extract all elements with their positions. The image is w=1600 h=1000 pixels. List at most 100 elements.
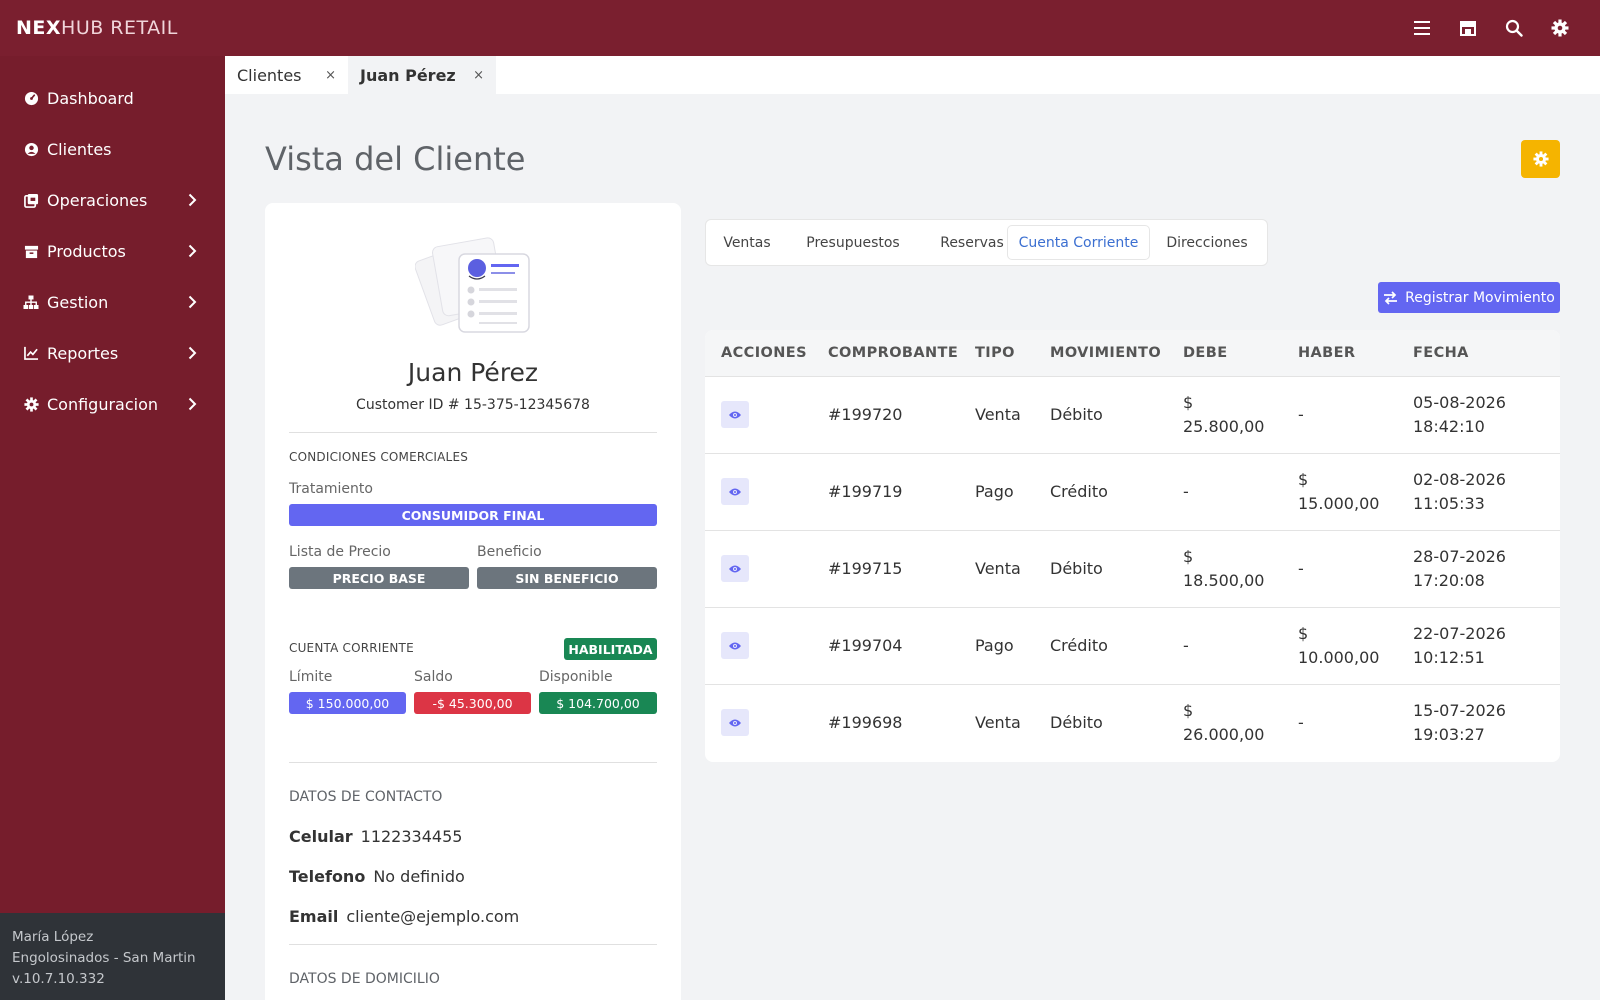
customer-card: Juan Pérez Customer ID # 15-375-12345678… (265, 203, 681, 1000)
type-cell: Venta (975, 559, 1021, 578)
footer-version: v.10.7.10.332 (12, 971, 105, 987)
tab-label: Juan Pérez (360, 65, 456, 85)
column-header-debe[interactable]: DEBE (1183, 345, 1228, 361)
contact-data-title: DATOS DE CONTACTO (289, 789, 443, 805)
date-cell: 28-07-2026 17:20:08 (1413, 545, 1506, 593)
current-account-title: CUENTA CORRIENTE (289, 641, 414, 655)
sitemap-icon (23, 294, 39, 310)
sidebar-item-reportes[interactable]: Reportes (0, 328, 225, 378)
view-button[interactable] (721, 709, 749, 736)
account-status-badge: HABILITADA (564, 638, 657, 660)
tab-juan-perez[interactable]: Juan Pérez × (348, 56, 496, 94)
price-list-badge: PRECIO BASE (289, 567, 469, 589)
date-value: 22-07-2026 (1413, 624, 1506, 643)
mobile-value: 1122334455 (360, 827, 463, 846)
view-button[interactable] (721, 555, 749, 582)
eye-icon (728, 564, 742, 574)
chevron-right-icon (188, 294, 197, 313)
voucher-cell: #199719 (828, 482, 903, 501)
column-header-haber[interactable]: HABER (1298, 345, 1355, 361)
sidebar-item-clientes[interactable]: Clientes (0, 124, 225, 174)
top-bar: NEXHUB RETAIL (0, 0, 1600, 56)
column-header-acciones[interactable]: ACCIONES (721, 345, 807, 361)
brand-light-text: HUB RETAIL (61, 17, 178, 39)
table-row: #199704 Pago Crédito - $10.000,00 22-07-… (705, 607, 1560, 684)
menu-icon[interactable] (1410, 14, 1434, 42)
time-value: 19:03:27 (1413, 725, 1485, 744)
movement-cell: Débito (1050, 559, 1103, 578)
chevron-right-icon (188, 243, 197, 262)
app-brand[interactable]: NEXHUB RETAIL (16, 17, 178, 39)
view-button[interactable] (721, 401, 749, 428)
chevron-right-icon (188, 345, 197, 364)
settings-button[interactable] (1521, 140, 1560, 178)
chevron-right-icon (188, 192, 197, 211)
time-value: 17:20:08 (1413, 571, 1485, 590)
credit-amount: 10.000,00 (1298, 648, 1380, 667)
table-row: #199715 Venta Débito $18.500,00 - 28-07-… (705, 530, 1560, 607)
detail-tabs: Ventas Presupuestos Reservas Cuenta Corr… (705, 219, 1268, 266)
email-value: cliente@ejemplo.com (346, 907, 520, 926)
gear-icon (1532, 151, 1549, 167)
balance-label: Saldo (414, 669, 453, 685)
dashboard-icon (23, 90, 39, 106)
sidebar-item-configuracion[interactable]: Configuracion (0, 379, 225, 429)
table-row: #199719 Pago Crédito - $15.000,00 02-08-… (705, 453, 1560, 530)
sidebar-item-gestion[interactable]: Gestion (0, 277, 225, 327)
sidebar-item-dashboard[interactable]: Dashboard (0, 73, 225, 123)
column-header-tipo[interactable]: TIPO (975, 345, 1015, 361)
tab-clientes[interactable]: Clientes × (225, 56, 348, 94)
user-circle-icon (23, 141, 39, 157)
voucher-cell: #199715 (828, 559, 903, 578)
eye-icon (728, 410, 742, 420)
type-cell: Venta (975, 405, 1021, 424)
price-list-label: Lista de Precio (289, 544, 391, 560)
eye-icon (728, 487, 742, 497)
sidebar-item-label: Dashboard (47, 88, 134, 108)
tab-ventas[interactable]: Ventas (712, 225, 782, 260)
date-value: 28-07-2026 (1413, 547, 1506, 566)
sidebar: Dashboard Clientes Operaciones Productos… (0, 56, 225, 1000)
close-icon[interactable]: × (473, 68, 484, 83)
type-cell: Pago (975, 482, 1014, 501)
limit-label: Límite (289, 669, 333, 685)
sidebar-item-operaciones[interactable]: Operaciones (0, 175, 225, 225)
view-button[interactable] (721, 632, 749, 659)
type-cell: Pago (975, 636, 1014, 655)
column-header-movimiento[interactable]: MOVIMIENTO (1050, 345, 1161, 361)
close-icon[interactable]: × (325, 68, 336, 83)
address-data-title: DATOS DE DOMICILIO (289, 971, 440, 987)
store-icon[interactable] (1456, 14, 1480, 42)
benefit-label: Beneficio (477, 544, 542, 560)
date-value: 02-08-2026 (1413, 470, 1506, 489)
tab-bar: Clientes × Juan Pérez × (225, 56, 1600, 94)
tab-reservas[interactable]: Reservas (924, 225, 1020, 260)
mobile-label: Celular (289, 827, 353, 846)
contact-phone: Telefono No definido (289, 867, 465, 886)
tab-direcciones[interactable]: Direcciones (1152, 225, 1262, 260)
table-row: #199720 Venta Débito $25.800,00 - 05-08-… (705, 376, 1560, 453)
date-value: 05-08-2026 (1413, 393, 1506, 412)
operations-icon (23, 192, 39, 208)
movement-cell: Débito (1050, 713, 1103, 732)
contact-mobile: Celular 1122334455 (289, 827, 462, 846)
register-movement-button[interactable]: Registrar Movimiento (1378, 282, 1560, 313)
credit-cell: $10.000,00 (1298, 622, 1379, 670)
archive-icon (23, 243, 39, 259)
gear-icon[interactable] (1548, 14, 1572, 42)
eye-icon (728, 641, 742, 651)
divider (289, 432, 657, 433)
column-header-fecha[interactable]: FECHA (1413, 345, 1469, 361)
tab-cuenta-corriente[interactable]: Cuenta Corriente (1007, 225, 1150, 260)
register-movement-label: Registrar Movimiento (1405, 289, 1555, 306)
time-value: 10:12:51 (1413, 648, 1485, 667)
date-cell: 02-08-2026 11:05:33 (1413, 468, 1506, 516)
column-header-comprobante[interactable]: COMPROBANTE (828, 345, 958, 361)
tab-label: Clientes (237, 65, 302, 85)
tab-presupuestos[interactable]: Presupuestos (790, 225, 916, 260)
search-icon[interactable] (1502, 14, 1526, 42)
sidebar-item-productos[interactable]: Productos (0, 226, 225, 276)
contact-email: Email cliente@ejemplo.com (289, 907, 519, 926)
credit-symbol: - (1298, 713, 1304, 732)
view-button[interactable] (721, 478, 749, 505)
